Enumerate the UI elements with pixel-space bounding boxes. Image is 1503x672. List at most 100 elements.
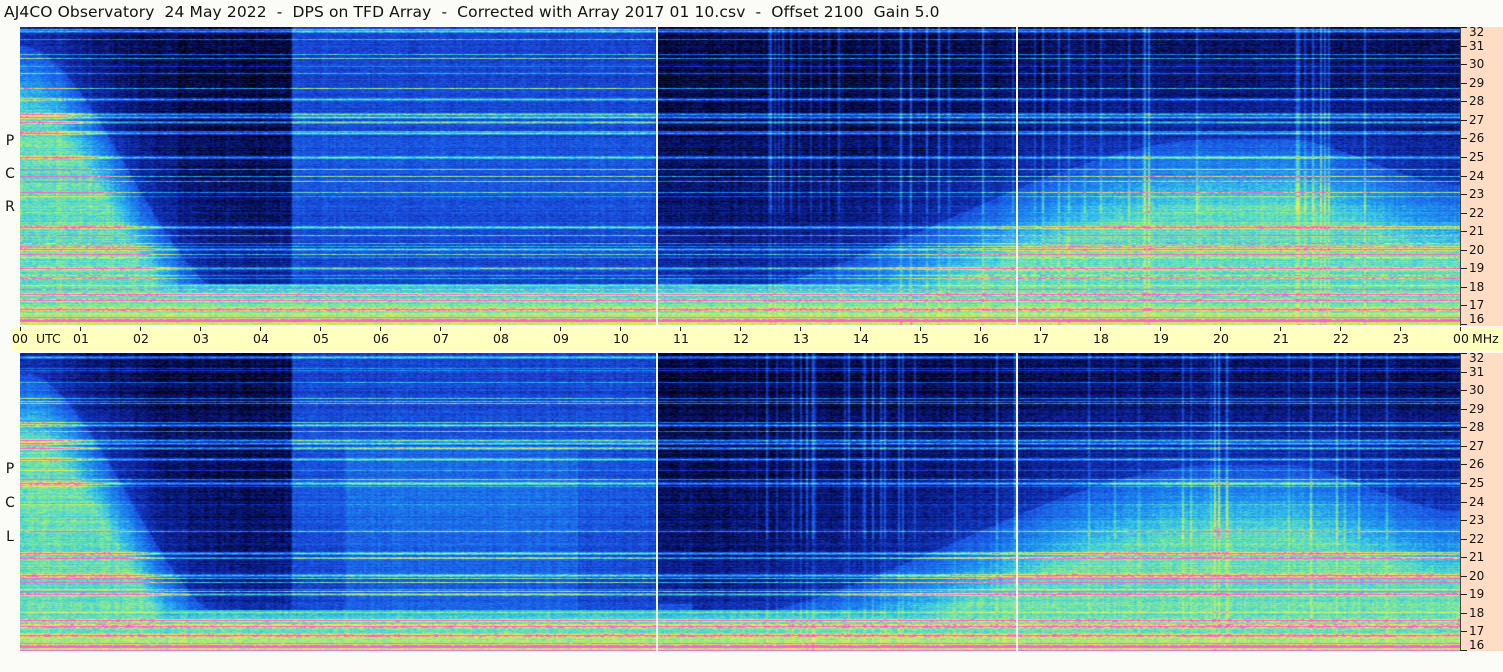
time-tick-label: 07 bbox=[433, 331, 449, 346]
time-tick-label: 00 bbox=[1453, 331, 1469, 346]
time-tick-label: 02 bbox=[133, 331, 149, 346]
freq-tick bbox=[1461, 250, 1467, 251]
rcp-letter-r: R bbox=[5, 199, 15, 215]
utc-time-axis: 00 01 02 03 04 05 06 07 08 09 10 11 12 13 14 15 16 17 18 19… bbox=[12, 327, 1503, 351]
data-gap-line bbox=[656, 27, 658, 325]
lcp-spectrogram-canvas bbox=[20, 353, 1460, 651]
freq-tick-label: 26 bbox=[1469, 457, 1485, 471]
time-tick-label: 12 bbox=[733, 331, 749, 346]
lcp-letter-c: C bbox=[5, 495, 15, 511]
freq-tick bbox=[1461, 83, 1467, 84]
time-tick-label: 03 bbox=[193, 331, 209, 346]
freq-tick bbox=[1461, 372, 1467, 373]
time-tick-label: 22 bbox=[1333, 331, 1349, 346]
freq-tick-label: 19 bbox=[1469, 587, 1485, 601]
time-tick-label: 09 bbox=[553, 331, 569, 346]
freq-tick bbox=[1461, 213, 1467, 214]
rcp-frequency-axis: 32 31 30 29 28 27 26 25 24 23 22 21 20 19 18 17 16 bbox=[1460, 25, 1503, 326]
rcp-letter-p: P bbox=[5, 133, 15, 149]
freq-tick bbox=[1461, 138, 1467, 139]
freq-tick-label: 16 bbox=[1469, 638, 1485, 652]
freq-tick-label: 25 bbox=[1469, 476, 1485, 490]
utc-unit-label: UTC bbox=[36, 331, 61, 346]
freq-tick-label: 28 bbox=[1469, 94, 1485, 108]
lcp-spectrogram bbox=[20, 353, 1460, 651]
freq-tick-label: 16 bbox=[1469, 312, 1485, 326]
time-tick-label: 15 bbox=[913, 331, 929, 346]
freq-tick-label: 17 bbox=[1469, 298, 1485, 312]
freq-tick-label: 21 bbox=[1469, 550, 1485, 564]
freq-tick bbox=[1461, 483, 1467, 484]
time-tick-label: 17 bbox=[1033, 331, 1049, 346]
freq-tick-label: 23 bbox=[1469, 187, 1485, 201]
freq-tick bbox=[1461, 120, 1467, 121]
freq-tick-label: 28 bbox=[1469, 420, 1485, 434]
freq-tick-label: 27 bbox=[1469, 439, 1485, 453]
freq-tick bbox=[1461, 390, 1467, 391]
freq-tick-label: 19 bbox=[1469, 261, 1485, 275]
time-tick-label: 21 bbox=[1273, 331, 1289, 346]
freq-tick bbox=[1461, 305, 1467, 306]
freq-tick bbox=[1461, 631, 1467, 632]
freq-tick bbox=[1461, 231, 1467, 232]
time-tick-label: 13 bbox=[793, 331, 809, 346]
freq-tick-label: 23 bbox=[1469, 513, 1485, 527]
freq-tick-label: 29 bbox=[1469, 76, 1485, 90]
freq-tick bbox=[1461, 176, 1467, 177]
freq-tick bbox=[1461, 576, 1467, 577]
freq-tick bbox=[1461, 46, 1467, 47]
freq-tick-label: 32 bbox=[1469, 351, 1485, 365]
freq-tick-label: 27 bbox=[1469, 113, 1485, 127]
time-tick-label: 11 bbox=[673, 331, 689, 346]
freq-tick bbox=[1461, 520, 1467, 521]
freq-tick-label: 18 bbox=[1469, 606, 1485, 620]
chart-title: AJ4CO Observatory 24 May 2022 - DPS on T… bbox=[4, 3, 940, 21]
time-tick-label: 16 bbox=[973, 331, 989, 346]
freq-tick bbox=[1461, 446, 1467, 447]
freq-tick bbox=[1461, 409, 1467, 410]
time-tick-label: 04 bbox=[253, 331, 269, 346]
freq-tick bbox=[1461, 502, 1467, 503]
lcp-frequency-axis: 32 31 30 29 28 27 26 25 24 23 22 21 20 19 18 17 16 bbox=[1460, 351, 1503, 652]
freq-tick-label: 17 bbox=[1469, 624, 1485, 638]
rcp-letter-c: C bbox=[5, 166, 15, 182]
time-tick-label: 05 bbox=[313, 331, 329, 346]
freq-tick-label: 31 bbox=[1469, 39, 1485, 53]
time-tick-label: 01 bbox=[73, 331, 89, 346]
freq-tick bbox=[1461, 613, 1467, 614]
lcp-letter-l: L bbox=[6, 529, 14, 545]
freq-tick-label: 20 bbox=[1469, 569, 1485, 583]
time-tick-label: 14 bbox=[853, 331, 869, 346]
freq-tick-label: 26 bbox=[1469, 131, 1485, 145]
freq-tick bbox=[1461, 27, 1467, 28]
data-gap-line bbox=[1016, 27, 1018, 325]
freq-tick bbox=[1461, 594, 1467, 595]
freq-tick-label: 30 bbox=[1469, 383, 1485, 397]
freq-tick bbox=[1461, 324, 1467, 325]
freq-tick bbox=[1461, 353, 1467, 354]
freq-tick bbox=[1461, 539, 1467, 540]
freq-tick bbox=[1461, 427, 1467, 428]
freq-tick-label: 31 bbox=[1469, 365, 1485, 379]
rcp-spectrogram bbox=[20, 27, 1460, 325]
time-tick-label: 20 bbox=[1213, 331, 1229, 346]
data-gap-line bbox=[656, 353, 658, 651]
freq-tick-label: 20 bbox=[1469, 243, 1485, 257]
freq-tick-label: 24 bbox=[1469, 495, 1485, 509]
freq-tick bbox=[1461, 64, 1467, 65]
lcp-label: L C P bbox=[2, 353, 18, 651]
freq-tick-label: 22 bbox=[1469, 532, 1485, 546]
freq-tick bbox=[1461, 268, 1467, 269]
time-tick-label: 18 bbox=[1093, 331, 1109, 346]
freq-tick bbox=[1461, 194, 1467, 195]
freq-tick bbox=[1461, 157, 1467, 158]
time-tick-label: 23 bbox=[1393, 331, 1409, 346]
lcp-letter-p: P bbox=[5, 461, 15, 477]
freq-tick-label: 30 bbox=[1469, 57, 1485, 71]
mhz-unit-label: MHz bbox=[1472, 331, 1499, 346]
freq-tick-label: 18 bbox=[1469, 280, 1485, 294]
freq-tick-label: 21 bbox=[1469, 224, 1485, 238]
time-tick-label: 19 bbox=[1153, 331, 1169, 346]
rcp-label: R C P bbox=[2, 27, 18, 325]
freq-tick-label: 32 bbox=[1469, 25, 1485, 39]
